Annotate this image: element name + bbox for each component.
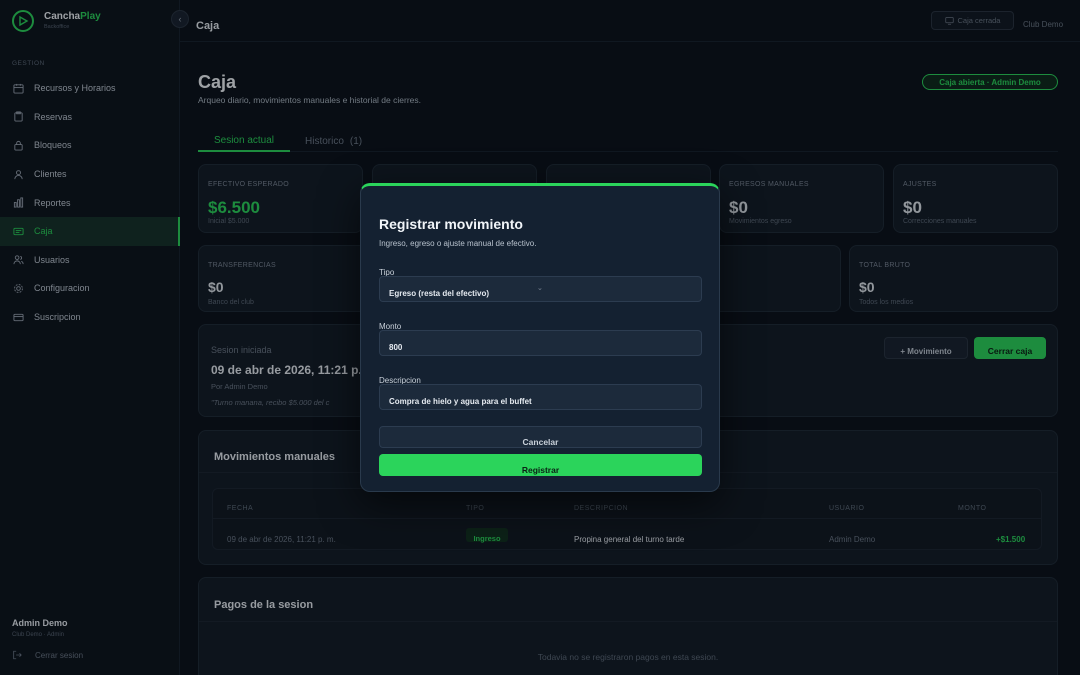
descripcion-input[interactable]: Compra de hielo y agua para el buffet: [379, 384, 702, 410]
chevron-down-icon: ⌄: [537, 285, 543, 292]
monto-value: 800: [389, 343, 403, 352]
modal-title: Registrar movimiento: [379, 216, 523, 232]
register-movement-modal: Registrar movimiento Ingreso, egreso o a…: [360, 183, 720, 492]
tipo-value: Egreso (resta del efectivo): [389, 289, 490, 298]
monto-input[interactable]: 800: [379, 330, 702, 356]
modal-subtitle: Ingreso, egreso o ajuste manual de efect…: [379, 239, 537, 248]
tipo-select[interactable]: Egreso (resta del efectivo) ⌄: [379, 276, 702, 302]
descripcion-value: Compra de hielo y agua para el buffet: [389, 397, 532, 406]
submit-button[interactable]: Registrar: [379, 454, 702, 476]
cancel-button[interactable]: Cancelar: [379, 426, 702, 448]
